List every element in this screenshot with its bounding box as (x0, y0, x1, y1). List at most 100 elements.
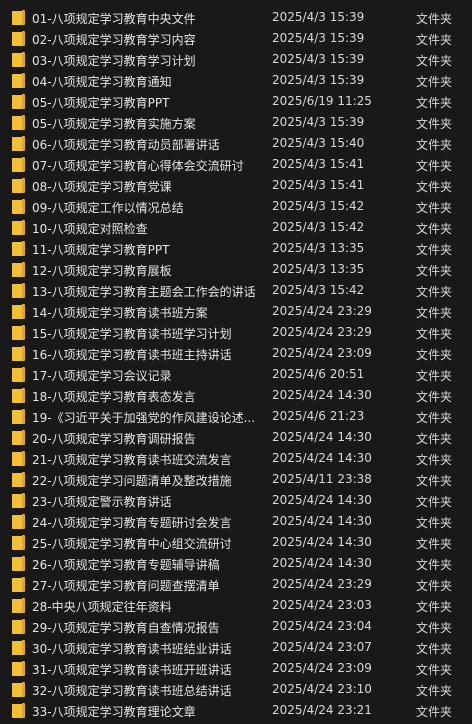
file-name: 01-八项规定学习教育中央文件 (32, 12, 196, 26)
file-row[interactable]: 05-八项规定学习教育实施方案 2025/4/3 15:39 文件夹 (0, 112, 472, 133)
file-row[interactable]: 01-八项规定学习教育中央文件 2025/4/3 15:39 文件夹 (0, 7, 472, 28)
file-date-modified: 2025/6/19 11:25 (272, 94, 372, 108)
file-name: 29-八项规定学习教育自查情况报告 (32, 621, 220, 635)
file-date-modified: 2025/4/3 15:39 (272, 52, 365, 66)
folder-icon (12, 10, 26, 26)
file-name: 10-八项规定对照检查 (32, 222, 148, 236)
file-type: 文件夹 (416, 663, 453, 677)
file-row[interactable]: 23-八项规定警示教育讲话 2025/4/24 14:30 文件夹 (0, 490, 472, 511)
file-row[interactable]: 08-八项规定学习教育党课 2025/4/3 15:41 文件夹 (0, 175, 472, 196)
file-row[interactable]: 12-八项规定学习教育展板 2025/4/3 13:35 文件夹 (0, 259, 472, 280)
file-row[interactable]: 16-八项规定学习教育读书班主持讲话 2025/4/24 23:09 文件夹 (0, 343, 472, 364)
file-type: 文件夹 (416, 537, 453, 551)
file-name: 24-八项规定学习教育专题研讨会发言 (32, 516, 232, 530)
file-type: 文件夹 (416, 96, 453, 110)
file-date-modified: 2025/4/3 15:42 (272, 283, 365, 297)
file-row[interactable]: 10-八项规定对照检查 2025/4/3 15:42 文件夹 (0, 217, 472, 238)
file-type: 文件夹 (416, 621, 453, 635)
folder-icon (12, 661, 26, 677)
file-type: 文件夹 (416, 138, 453, 152)
file-type: 文件夹 (416, 159, 453, 173)
file-date-modified: 2025/4/24 14:30 (272, 514, 372, 528)
file-row[interactable]: 09-八项规定工作以情况总结 2025/4/3 15:42 文件夹 (0, 196, 472, 217)
file-date-modified: 2025/4/24 23:10 (272, 682, 372, 696)
folder-icon (12, 514, 26, 530)
file-name: 05-八项规定学习教育PPT (32, 96, 170, 110)
folder-icon (12, 220, 26, 236)
file-name: 32-八项规定学习教育读书班总结讲话 (32, 684, 232, 698)
file-row[interactable]: 04-八项规定学习教育通知 2025/4/3 15:39 文件夹 (0, 70, 472, 91)
file-date-modified: 2025/4/24 23:09 (272, 346, 372, 360)
folder-icon (12, 52, 26, 68)
file-date-modified: 2025/4/24 23:09 (272, 661, 372, 675)
file-row[interactable]: 05-八项规定学习教育PPT 2025/6/19 11:25 文件夹 (0, 91, 472, 112)
file-row[interactable]: 31-八项规定学习教育读书班开班讲话 2025/4/24 23:09 文件夹 (0, 658, 472, 679)
file-name: 09-八项规定工作以情况总结 (32, 201, 184, 215)
file-name: 26-八项规定学习教育专题辅导讲稿 (32, 558, 220, 572)
file-row[interactable]: 26-八项规定学习教育专题辅导讲稿 2025/4/24 14:30 文件夹 (0, 553, 472, 574)
file-name: 27-八项规定学习教育问题查摆清单 (32, 579, 220, 593)
folder-icon (12, 325, 26, 341)
file-name: 14-八项规定学习教育读书班方案 (32, 306, 208, 320)
file-row[interactable]: 17-八项规定学习会议记录 2025/4/6 20:51 文件夹 (0, 364, 472, 385)
file-row[interactable]: 18-八项规定学习教育表态发言 2025/4/24 14:30 文件夹 (0, 385, 472, 406)
file-row[interactable]: 02-八项规定学习教育学习内容 2025/4/3 15:39 文件夹 (0, 28, 472, 49)
file-type: 文件夹 (416, 327, 453, 341)
file-row[interactable]: 28-中央八项规定往年资料 2025/4/24 23:03 文件夹 (0, 595, 472, 616)
file-type: 文件夹 (416, 369, 453, 383)
file-row[interactable]: 20-八项规定学习教育调研报告 2025/4/24 14:30 文件夹 (0, 427, 472, 448)
file-date-modified: 2025/4/3 15:39 (272, 73, 365, 87)
file-row[interactable]: 15-八项规定学习教育读书班学习计划 2025/4/24 23:29 文件夹 (0, 322, 472, 343)
file-date-modified: 2025/4/24 14:30 (272, 430, 372, 444)
file-name: 06-八项规定学习教育动员部署讲话 (32, 138, 220, 152)
file-date-modified: 2025/4/3 13:35 (272, 241, 365, 255)
file-type: 文件夹 (416, 33, 453, 47)
file-row[interactable]: 03-八项规定学习教育学习计划 2025/4/3 15:39 文件夹 (0, 49, 472, 70)
file-type: 文件夹 (416, 117, 453, 131)
file-name: 11-八项规定学习教育PPT (32, 243, 170, 257)
file-name: 33-八项规定学习教育理论文章 (32, 705, 196, 719)
file-row[interactable]: 27-八项规定学习教育问题查摆清单 2025/4/24 23:29 文件夹 (0, 574, 472, 595)
file-date-modified: 2025/4/24 23:29 (272, 577, 372, 591)
file-row[interactable]: 29-八项规定学习教育自查情况报告 2025/4/24 23:04 文件夹 (0, 616, 472, 637)
file-row[interactable]: 11-八项规定学习教育PPT 2025/4/3 13:35 文件夹 (0, 238, 472, 259)
file-row[interactable]: 07-八项规定学习教育心得体会交流研讨 2025/4/3 15:41 文件夹 (0, 154, 472, 175)
file-row[interactable]: 25-八项规定学习教育中心组交流研讨 2025/4/24 14:30 文件夹 (0, 532, 472, 553)
file-name: 18-八项规定学习教育表态发言 (32, 390, 196, 404)
file-date-modified: 2025/4/3 15:39 (272, 115, 365, 129)
file-row[interactable]: 13-八项规定学习教育主题会工作会的讲话 2025/4/3 15:42 文件夹 (0, 280, 472, 301)
file-name: 31-八项规定学习教育读书班开班讲话 (32, 663, 232, 677)
file-row[interactable]: 32-八项规定学习教育读书班总结讲话 2025/4/24 23:10 文件夹 (0, 679, 472, 700)
file-date-modified: 2025/4/3 15:42 (272, 220, 365, 234)
file-row[interactable]: 22-八项规定学习问题清单及整改措施 2025/4/11 23:38 文件夹 (0, 469, 472, 490)
file-type: 文件夹 (416, 243, 453, 257)
file-type: 文件夹 (416, 264, 453, 278)
file-row[interactable]: 33-八项规定学习教育理论文章 2025/4/24 23:21 文件夹 (0, 700, 472, 721)
file-date-modified: 2025/4/24 23:03 (272, 598, 372, 612)
file-date-modified: 2025/4/24 23:29 (272, 304, 372, 318)
file-name: 30-八项规定学习教育读书班结业讲话 (32, 642, 232, 656)
file-name: 23-八项规定警示教育讲话 (32, 495, 172, 509)
folder-icon (12, 136, 26, 152)
file-name: 21-八项规定学习教育读书班交流发言 (32, 453, 232, 467)
file-row[interactable]: 21-八项规定学习教育读书班交流发言 2025/4/24 14:30 文件夹 (0, 448, 472, 469)
file-type: 文件夹 (416, 12, 453, 26)
file-date-modified: 2025/4/3 15:40 (272, 136, 365, 150)
file-type: 文件夹 (416, 516, 453, 530)
folder-icon (12, 619, 26, 635)
file-date-modified: 2025/4/3 13:35 (272, 262, 365, 276)
file-type: 文件夹 (416, 705, 453, 719)
file-date-modified: 2025/4/24 23:29 (272, 325, 372, 339)
file-row[interactable]: 14-八项规定学习教育读书班方案 2025/4/24 23:29 文件夹 (0, 301, 472, 322)
file-name: 22-八项规定学习问题清单及整改措施 (32, 474, 232, 488)
folder-icon (12, 472, 26, 488)
file-row[interactable]: 06-八项规定学习教育动员部署讲话 2025/4/3 15:40 文件夹 (0, 133, 472, 154)
folder-icon (12, 199, 26, 215)
file-row[interactable]: 19-《习近平关于加强党的作风建设论述... 2025/4/6 21:23 文件… (0, 406, 472, 427)
file-row[interactable]: 24-八项规定学习教育专题研讨会发言 2025/4/24 14:30 文件夹 (0, 511, 472, 532)
folder-icon (12, 451, 26, 467)
folder-icon (12, 703, 26, 719)
file-row[interactable]: 30-八项规定学习教育读书班结业讲话 2025/4/24 23:07 文件夹 (0, 637, 472, 658)
file-date-modified: 2025/4/3 15:42 (272, 199, 365, 213)
folder-icon (12, 283, 26, 299)
